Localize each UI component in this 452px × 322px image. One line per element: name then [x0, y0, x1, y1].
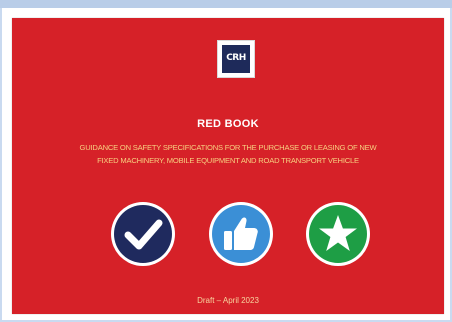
thumbs-up-icon — [207, 200, 275, 268]
document-title: RED BOOK — [197, 118, 259, 130]
document-subtitle: GUIDANCE ON SAFETY SPECIFICATIONS FOR TH… — [42, 141, 414, 167]
logo-background: CRH — [222, 45, 250, 73]
subtitle-line-1: GUIDANCE ON SAFETY SPECIFICATIONS FOR TH… — [79, 143, 377, 152]
star-icon — [304, 200, 372, 268]
cover: CRH RED BOOK GUIDANCE ON SAFETY SPECIFIC… — [12, 18, 444, 314]
crh-logo: CRH — [217, 40, 255, 78]
logo-text: CRH — [226, 53, 246, 63]
checkmark-icon — [109, 200, 177, 268]
subtitle-line-2: FIXED MACHINERY, MOBILE EQUIPMENT AND RO… — [97, 156, 359, 165]
document-date: Draft – April 2023 — [197, 296, 259, 305]
page: CRH RED BOOK GUIDANCE ON SAFETY SPECIFIC… — [2, 8, 450, 320]
top-strip — [0, 0, 452, 8]
